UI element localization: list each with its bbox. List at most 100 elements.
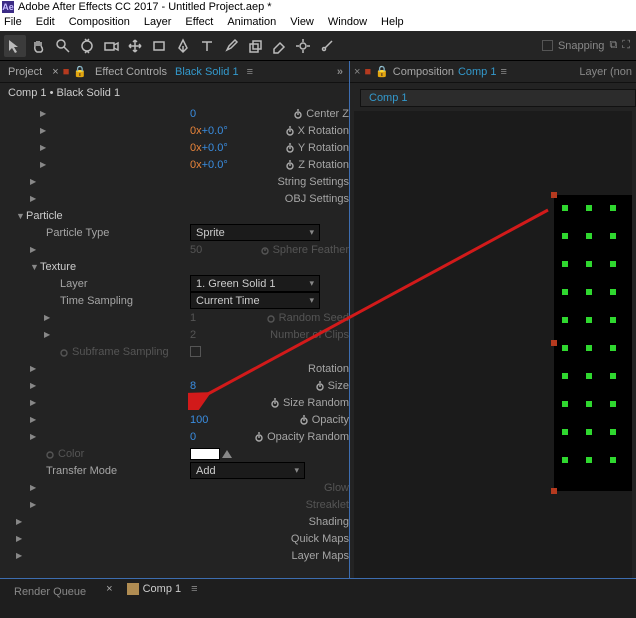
menu-file[interactable]: File — [4, 16, 22, 28]
panel-menu-icon[interactable]: ≡ — [247, 66, 255, 78]
prop-x-rotation-value[interactable]: 0x+0.0° — [190, 125, 228, 137]
prop-texture[interactable]: Texture — [40, 261, 76, 273]
stopwatch-icon[interactable] — [284, 159, 296, 171]
prop-shading[interactable]: Shading — [309, 516, 349, 528]
type-tool[interactable] — [196, 35, 218, 57]
comp-subtab[interactable]: Comp 1 — [360, 89, 636, 107]
twirl-icon[interactable] — [44, 330, 256, 339]
bbox-handle[interactable] — [551, 340, 557, 346]
menu-window[interactable]: Window — [328, 16, 367, 28]
stopwatch-icon[interactable] — [269, 397, 281, 409]
prop-streaklet[interactable]: Streaklet — [306, 499, 349, 511]
tab-close-icon[interactable]: × — [354, 66, 360, 78]
prop-particle[interactable]: Particle — [26, 210, 63, 222]
snapping-toggle[interactable]: Snapping ⧉ ⛶ — [542, 31, 636, 60]
rectangle-tool[interactable] — [148, 35, 170, 57]
twirl-icon[interactable] — [40, 143, 284, 152]
twirl-icon[interactable] — [30, 177, 277, 186]
stopwatch-icon[interactable] — [253, 431, 265, 443]
timeline-comp-tab[interactable]: Comp 1≡ — [127, 583, 198, 595]
panel-expand-icon[interactable]: » — [337, 66, 349, 78]
clone-tool[interactable] — [244, 35, 266, 57]
tab-composition[interactable]: Composition — [393, 66, 454, 78]
prop-center-z-value[interactable]: 0 — [190, 108, 196, 120]
pan-behind-tool[interactable] — [124, 35, 146, 57]
puppet-tool[interactable] — [316, 35, 338, 57]
color-swatch[interactable] — [190, 448, 220, 460]
tab-effect-controls[interactable]: Effect Controls — [91, 64, 171, 80]
twirl-icon[interactable] — [16, 551, 292, 560]
menu-help[interactable]: Help — [381, 16, 404, 28]
tab-project-close[interactable]: × — [52, 66, 58, 78]
rotobrush-tool[interactable] — [292, 35, 314, 57]
transfer-mode-dropdown[interactable]: Add▾ — [190, 462, 305, 479]
tab-comp-name[interactable]: Comp 1 — [458, 66, 497, 78]
prop-obj-settings[interactable]: OBJ Settings — [285, 193, 349, 205]
twirl-icon[interactable] — [44, 313, 265, 322]
zoom-tool[interactable] — [52, 35, 74, 57]
twirl-icon[interactable] — [30, 432, 253, 441]
twirl-icon[interactable] — [30, 262, 40, 272]
time-sampling-dropdown[interactable]: Current Time▾ — [190, 292, 320, 309]
color-eyedropper-icon[interactable] — [222, 450, 232, 458]
prop-layer-maps[interactable]: Layer Maps — [292, 550, 349, 562]
menu-composition[interactable]: Composition — [69, 16, 130, 28]
snapping-expand-icon[interactable]: ⛶ — [622, 39, 630, 52]
twirl-icon[interactable] — [16, 517, 309, 526]
tab-close-icon[interactable]: × — [106, 583, 112, 595]
viewer[interactable] — [354, 111, 632, 592]
twirl-icon[interactable] — [30, 483, 324, 492]
pen-tool[interactable] — [172, 35, 194, 57]
prop-quick-maps[interactable]: Quick Maps — [291, 533, 349, 545]
twirl-icon[interactable] — [40, 160, 284, 169]
tab-layer[interactable]: Layer (non — [579, 66, 636, 78]
camera-tool[interactable] — [100, 35, 122, 57]
stopwatch-icon[interactable] — [284, 125, 296, 137]
panel-menu-icon[interactable]: ≡ — [500, 66, 506, 78]
prop-rotation[interactable]: Rotation — [308, 363, 349, 375]
texture-layer-dropdown[interactable]: 1. Green Solid 1▾ — [190, 275, 320, 292]
prop-size-value[interactable]: 8 — [190, 380, 196, 392]
stopwatch-icon[interactable] — [284, 142, 296, 154]
twirl-icon[interactable] — [16, 534, 291, 543]
prop-opacity-value[interactable]: 100 — [190, 414, 208, 426]
tab-render-queue[interactable]: Render Queue — [8, 583, 92, 601]
twirl-icon[interactable] — [40, 126, 284, 135]
effect-controls-layer[interactable]: Black Solid 1 — [175, 66, 239, 78]
stopwatch-icon[interactable] — [314, 380, 326, 392]
orbit-tool[interactable] — [76, 35, 98, 57]
lock-icon[interactable]: 🔒 — [375, 65, 389, 78]
twirl-icon[interactable] — [30, 245, 259, 254]
prop-glow[interactable]: Glow — [324, 482, 349, 494]
lock-icon[interactable]: 🔒 — [73, 65, 87, 78]
eraser-tool[interactable] — [268, 35, 290, 57]
prop-string-settings[interactable]: String Settings — [277, 176, 349, 188]
brush-tool[interactable] — [220, 35, 242, 57]
prop-opacity-random-value[interactable]: 0 — [190, 431, 196, 443]
twirl-icon[interactable] — [30, 398, 269, 407]
bbox-handle[interactable] — [551, 192, 557, 198]
prop-y-rotation-value[interactable]: 0x+0.0° — [190, 142, 228, 154]
hand-tool[interactable] — [28, 35, 50, 57]
selection-tool[interactable] — [4, 35, 26, 57]
menu-edit[interactable]: Edit — [36, 16, 55, 28]
twirl-icon[interactable] — [16, 211, 26, 221]
twirl-icon[interactable] — [40, 109, 292, 118]
tab-project[interactable]: Project — [4, 64, 46, 80]
twirl-icon[interactable] — [30, 381, 314, 390]
twirl-icon[interactable] — [30, 500, 306, 509]
bbox-handle[interactable] — [551, 488, 557, 494]
twirl-icon[interactable] — [30, 415, 298, 424]
particle-type-dropdown[interactable]: Sprite▾ — [190, 224, 320, 241]
prop-z-rotation-value[interactable]: 0x+0.0° — [190, 159, 228, 171]
menu-animation[interactable]: Animation — [227, 16, 276, 28]
twirl-icon[interactable] — [30, 364, 308, 373]
stopwatch-icon[interactable] — [298, 414, 310, 426]
menu-layer[interactable]: Layer — [144, 16, 172, 28]
breadcrumb[interactable]: Comp 1 • Black Solid 1 — [0, 83, 349, 103]
snapping-checkbox[interactable] — [542, 40, 553, 51]
twirl-icon[interactable] — [30, 194, 285, 203]
prop-size-random-value[interactable]: 0 — [190, 397, 196, 409]
stopwatch-icon[interactable] — [292, 108, 304, 120]
menu-effect[interactable]: Effect — [185, 16, 213, 28]
